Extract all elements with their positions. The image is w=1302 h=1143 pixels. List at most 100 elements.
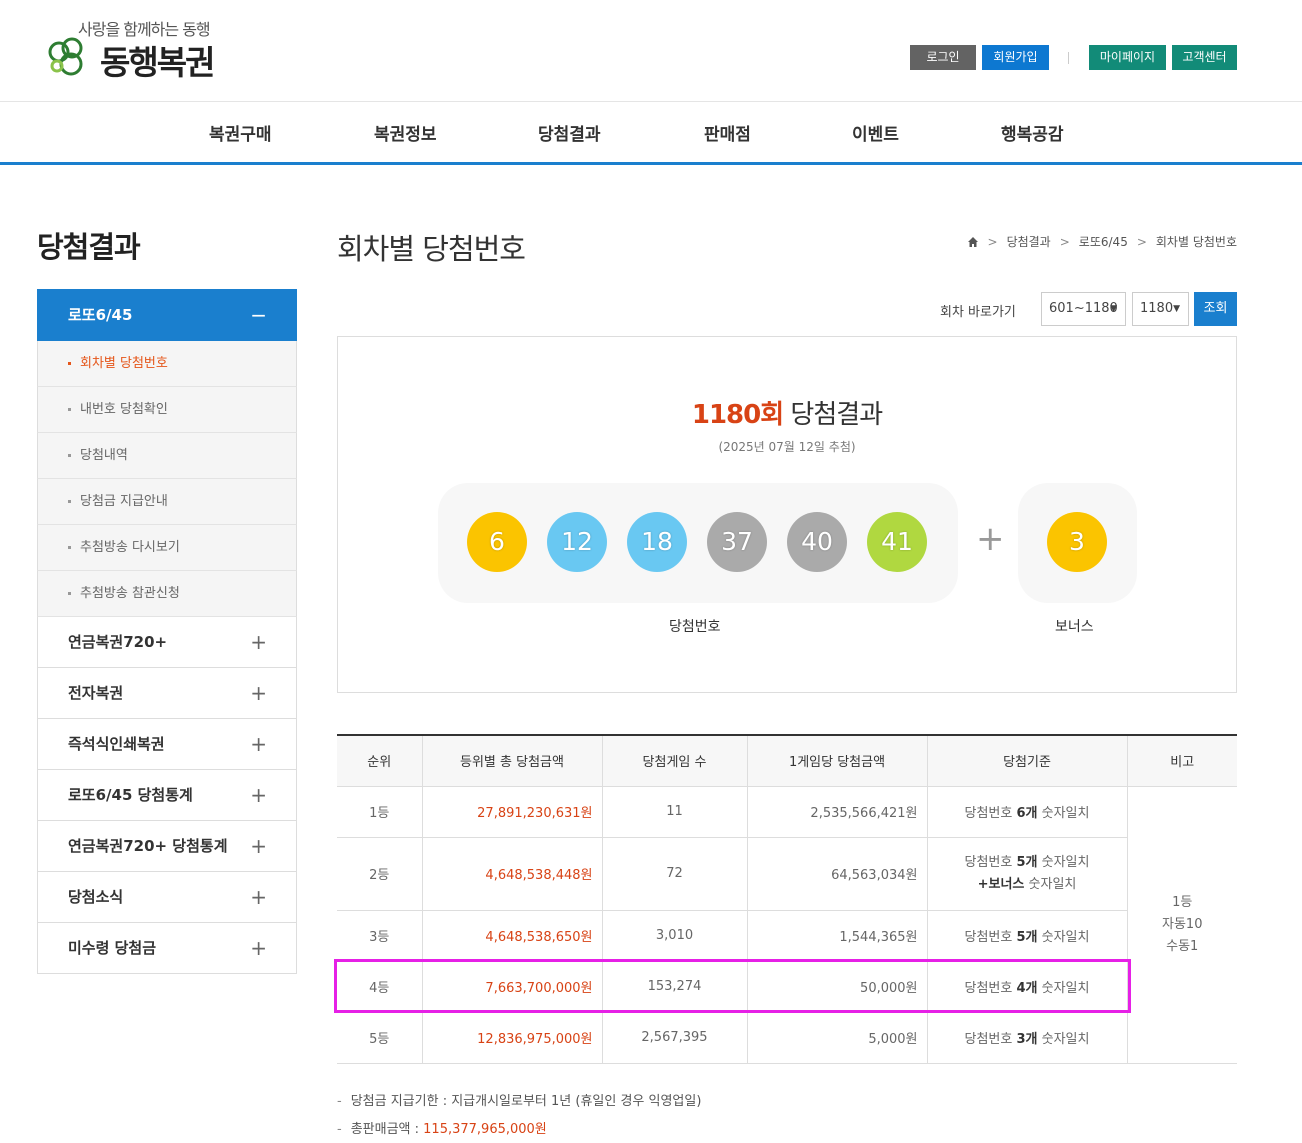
criteria-cell: 당첨번호 5개 숫자일치 +보너스 숫자일치 [926, 836, 1127, 911]
bullet-icon [68, 454, 71, 457]
lnb-item-unclaimed[interactable]: 미수령 당첨금 + [37, 923, 297, 974]
rank-cell: 1등 [337, 785, 423, 838]
rank-cell: 3등 [337, 909, 423, 962]
expand-icon: + [250, 681, 267, 705]
breadcrumb-item[interactable]: 당첨결과 [1007, 233, 1051, 250]
dropdown-arrow-icon: ▼ [1110, 304, 1117, 314]
lnb-sub-payment-guide[interactable]: 당첨금 지급안내 [37, 479, 297, 525]
lotto-ball: 41 [867, 512, 927, 572]
gnb-item-events[interactable]: 이벤트 [852, 120, 899, 145]
column-header: 순위 [337, 735, 423, 787]
home-icon[interactable] [967, 236, 979, 248]
expand-icon: + [250, 732, 267, 756]
site-header: 사랑을 함께하는 동행 동행복권 로그인 회원가입 마이페이지 고객센터 [0, 0, 1302, 102]
lotto-ball: 37 [707, 512, 767, 572]
clover-logo-icon [48, 37, 83, 76]
lotto-ball: 6 [467, 512, 527, 572]
lotto-ball: 40 [787, 512, 847, 572]
table-row: 5등 12,836,975,000원 2,567,395 5,000원 당첨번호… [337, 1011, 1237, 1064]
winning-result-box: 1180회 당첨결과 (2025년 07월 12일 추첨) 6 12 18 37… [337, 336, 1237, 693]
expand-icon: + [250, 885, 267, 909]
per-game-prize-cell: 64,563,034원 [746, 836, 928, 911]
lotto-ball: 18 [627, 512, 687, 572]
lnb-sub-check-my-numbers[interactable]: 내번호 당첨확인 [37, 387, 297, 433]
result-title: 1180회 당첨결과 [691, 400, 883, 430]
column-header: 등위별 총 당첨금액 [421, 735, 603, 787]
breadcrumb-separator-icon: > [1136, 234, 1147, 249]
gnb-item-info[interactable]: 복권정보 [374, 120, 437, 145]
column-header: 비고 [1126, 735, 1237, 787]
main-navigation: 복권구매 복권정보 당첨결과 판매점 이벤트 행복공감 [0, 102, 1302, 165]
round-goto-label: 회차 바로가기 [940, 305, 1016, 320]
breadcrumb-item[interactable]: 로또6/45 [1079, 233, 1128, 250]
criteria-cell: 당첨번호 6개 숫자일치 [926, 785, 1128, 838]
lnb-sub-replay[interactable]: 추첨방송 다시보기 [37, 525, 297, 571]
bullet-icon [68, 500, 71, 503]
mypage-button[interactable]: 마이페이지 [1089, 45, 1166, 70]
winning-numbers-caption: 당첨번호 [669, 619, 721, 635]
remark-cell: 1등 자동10 수동1 [1126, 785, 1237, 1064]
gnb-item-purchase[interactable]: 복권구매 [209, 120, 272, 145]
expand-icon: + [250, 783, 267, 807]
lnb-item-lotto-stats[interactable]: 로또6/45 당첨통계 + [37, 770, 297, 821]
plus-icon: + [976, 519, 1005, 559]
table-row: 1등 27,891,230,631원 11 2,535,566,421원 당첨번… [337, 785, 1237, 1064]
rank-cell: 5등 [337, 1011, 423, 1064]
total-prize-cell: 27,891,230,631원 [421, 785, 603, 838]
per-game-prize-cell: 1,544,365원 [746, 909, 928, 962]
gnb-item-stores[interactable]: 판매점 [704, 120, 751, 145]
prize-table: 순위 등위별 총 당첨금액 당첨게임 수 1게임당 당첨금액 당첨기준 비고 1… [337, 734, 1237, 1064]
lnb-item-pension720[interactable]: 연금복권720+ + [37, 617, 297, 668]
search-button[interactable]: 조회 [1194, 292, 1237, 326]
customer-center-button[interactable]: 고객센터 [1172, 45, 1237, 70]
collapse-icon: − [250, 303, 267, 327]
note-deadline: - 당첨금 지급기한 : 지급개시일로부터 1년 (휴일인 경우 익영업일) [337, 1094, 702, 1109]
expand-icon: + [250, 834, 267, 858]
bonus-ball: 3 [1047, 512, 1107, 572]
gnb-item-happiness[interactable]: 행복공감 [1001, 120, 1064, 145]
expand-icon: + [250, 630, 267, 654]
bullet-icon [68, 592, 71, 595]
lnb-item-news[interactable]: 당첨소식 + [37, 872, 297, 923]
lnb-item-pension-stats[interactable]: 연금복권720+ 당첨통계 + [37, 821, 297, 872]
column-header: 당첨기준 [926, 735, 1128, 787]
criteria-cell: 당첨번호 5개 숫자일치 [926, 909, 1127, 962]
table-row: 3등 4,648,538,650원 3,010 1,544,365원 당첨번호 … [337, 909, 1237, 962]
rank-cell: 2등 [337, 836, 423, 911]
breadcrumb-separator-icon: > [1059, 234, 1070, 249]
gnb-item-results[interactable]: 당첨결과 [538, 120, 601, 145]
total-prize-cell: 4,648,538,650원 [421, 909, 603, 962]
lnb-item-lotto645[interactable]: 로또6/45 − [37, 289, 297, 341]
lnb-sub-attend[interactable]: 추첨방송 참관신청 [37, 571, 297, 617]
lnb-item-e-lottery[interactable]: 전자복권 + [37, 668, 297, 719]
winners-cell: 11 [601, 785, 748, 838]
table-row: 2등 4,648,538,448원 72 64,563,034원 당첨번호 5개… [337, 836, 1237, 911]
login-button[interactable]: 로그인 [910, 45, 976, 70]
round-number: 1180회 [691, 400, 784, 430]
lnb-item-instant-print[interactable]: 즉석식인쇄복권 + [37, 719, 297, 770]
note-total-sales: - 총판매금액 : 115,377,965,000원 [337, 1122, 547, 1137]
lnb-sub-round-numbers[interactable]: 회차별 당첨번호 [37, 341, 297, 387]
round-number-select[interactable]: 1180 ▼ [1132, 292, 1189, 326]
side-navigation: 로또6/45 − 회차별 당첨번호 내번호 당첨확인 당첨내역 당첨금 지급안내… [37, 289, 297, 974]
breadcrumb-item-current: 회차별 당첨번호 [1155, 235, 1237, 249]
winners-cell: 2,567,395 [601, 1011, 748, 1064]
column-header: 당첨게임 수 [601, 735, 748, 787]
table-header-row: 순위 등위별 총 당첨금액 당첨게임 수 1게임당 당첨금액 당첨기준 비고 [337, 735, 1237, 787]
expand-icon: + [250, 936, 267, 960]
signup-button[interactable]: 회원가입 [982, 45, 1049, 70]
bullet-icon [68, 362, 71, 365]
per-game-prize-cell: 5,000원 [746, 1011, 928, 1064]
lnb-sub-win-history[interactable]: 당첨내역 [37, 433, 297, 479]
winners-cell: 72 [601, 836, 748, 911]
round-range-select[interactable]: 601~1180 ▼ [1041, 292, 1126, 326]
util-divider [1068, 52, 1069, 64]
bullet-icon [68, 546, 71, 549]
bonus-caption: 보너스 [1055, 619, 1094, 635]
notes: - 당첨금 지급기한 : 지급개시일로부터 1년 (휴일인 경우 익영업일) -총… [337, 1090, 701, 1143]
bullet-icon [68, 408, 71, 411]
logo[interactable]: 사랑을 함께하는 동행 동행복권 [46, 14, 246, 84]
winners-cell: 3,010 [601, 909, 748, 962]
breadcrumb: > 당첨결과 > 로또6/45 > 회차별 당첨번호 [967, 233, 1237, 250]
dropdown-arrow-icon: ▼ [1173, 304, 1180, 314]
